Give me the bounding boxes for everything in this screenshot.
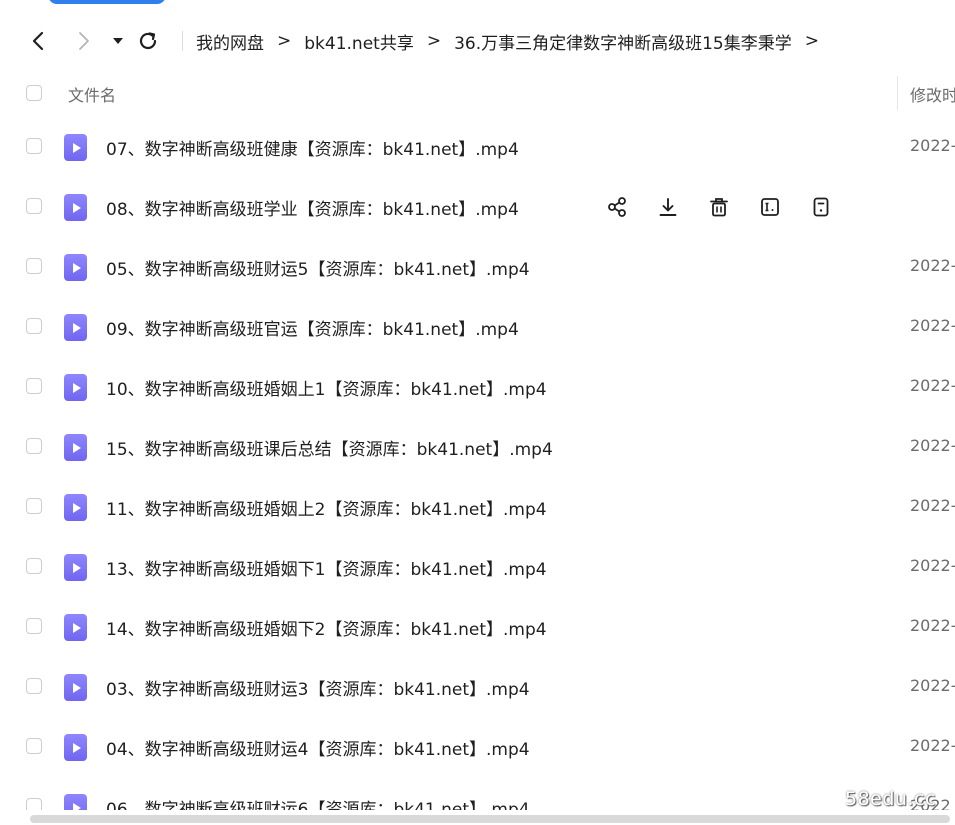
delete-icon (709, 198, 728, 217)
table-row[interactable]: 14、数字神断高级班婚姻下2【资源库：bk41.net】.mp4 2022- (0, 596, 955, 656)
file-modified-date: 2022- (910, 376, 955, 395)
row-checkbox[interactable] (26, 258, 42, 274)
row-checkbox[interactable] (26, 438, 42, 454)
back-button[interactable] (25, 28, 51, 54)
file-modified-date: 2022- (910, 676, 955, 695)
video-file-icon (64, 614, 87, 641)
file-name[interactable]: 09、数字神断高级班官运【资源库：bk41.net】.mp4 (106, 315, 519, 340)
refresh-button[interactable] (135, 28, 161, 54)
horizontal-scrollbar[interactable] (30, 815, 950, 823)
column-divider[interactable] (897, 76, 898, 110)
forward-button[interactable] (71, 28, 97, 54)
rename-button[interactable] (756, 194, 783, 220)
file-modified-date: 2022- (910, 736, 955, 755)
upload-button-partial[interactable] (48, 0, 166, 4)
file-list: 07、数字神断高级班健康【资源库：bk41.net】.mp4 2022- 08、… (0, 116, 955, 810)
breadcrumb-separator: > (426, 31, 442, 51)
file-name[interactable]: 07、数字神断高级班健康【资源库：bk41.net】.mp4 (106, 135, 519, 160)
video-file-icon (64, 314, 87, 341)
file-modified-date: 2022- (910, 496, 955, 515)
breadcrumb-item-shared[interactable]: bk41.net共享 (304, 29, 414, 54)
row-checkbox[interactable] (26, 198, 42, 214)
row-checkbox[interactable] (26, 138, 42, 154)
more-icon (813, 197, 828, 217)
video-file-icon (64, 734, 87, 761)
video-file-icon (64, 794, 87, 810)
table-header: 文件名 修改时 (0, 72, 955, 114)
video-file-icon (64, 134, 87, 161)
caret-down-icon (113, 38, 123, 44)
history-dropdown-button[interactable] (105, 28, 131, 54)
download-button[interactable] (654, 194, 681, 220)
video-file-icon (64, 374, 87, 401)
column-header-name[interactable]: 文件名 (68, 82, 116, 106)
file-name[interactable]: 13、数字神断高级班婚姻下1【资源库：bk41.net】.mp4 (106, 555, 547, 580)
video-file-icon (64, 434, 87, 461)
breadcrumb-separator: > (277, 31, 292, 51)
file-name[interactable]: 05、数字神断高级班财运5【资源库：bk41.net】.mp4 (106, 255, 530, 280)
share-icon (607, 197, 626, 217)
video-file-icon (64, 674, 87, 701)
file-modified-date: 2022- (910, 616, 955, 635)
row-checkbox[interactable] (26, 378, 42, 394)
row-checkbox[interactable] (26, 498, 42, 514)
rename-icon (760, 198, 779, 216)
breadcrumb-item-current-folder[interactable]: 36.万事三角定律数字神断高级班15集李秉学 (454, 29, 792, 54)
row-checkbox[interactable] (26, 678, 42, 694)
table-row[interactable]: 05、数字神断高级班财运5【资源库：bk41.net】.mp4 2022- (0, 236, 955, 296)
file-modified-date: 2022- (910, 556, 955, 575)
row-checkbox[interactable] (26, 618, 42, 634)
file-name[interactable]: 08、数字神断高级班学业【资源库：bk41.net】.mp4 (106, 195, 519, 220)
file-name[interactable]: 04、数字神断高级班财运4【资源库：bk41.net】.mp4 (106, 735, 530, 760)
row-checkbox[interactable] (26, 798, 42, 810)
file-name[interactable]: 10、数字神断高级班婚姻上1【资源库：bk41.net】.mp4 (106, 375, 547, 400)
breadcrumb-item-my-drive[interactable]: 我的网盘 (196, 29, 264, 54)
table-row[interactable]: 15、数字神断高级班课后总结【资源库：bk41.net】.mp4 2022- (0, 416, 955, 476)
video-file-icon (64, 194, 87, 221)
table-row[interactable]: 04、数字神断高级班财运4【资源库：bk41.net】.mp4 2022- (0, 716, 955, 776)
delete-button[interactable] (705, 194, 732, 220)
refresh-icon (139, 32, 157, 50)
file-name[interactable]: 03、数字神断高级班财运3【资源库：bk41.net】.mp4 (106, 675, 530, 700)
chevron-right-icon (79, 32, 89, 50)
chevron-left-icon (32, 31, 44, 51)
video-file-icon (64, 494, 87, 521)
table-row[interactable]: 13、数字神断高级班婚姻下1【资源库：bk41.net】.mp4 2022- (0, 536, 955, 596)
table-row[interactable]: 10、数字神断高级班婚姻上1【资源库：bk41.net】.mp4 2022- (0, 356, 955, 416)
table-row[interactable]: 11、数字神断高级班婚姻上2【资源库：bk41.net】.mp4 2022- (0, 476, 955, 536)
more-button[interactable] (807, 194, 834, 220)
file-modified-date: 2022- (910, 136, 955, 155)
breadcrumb-separator: > (804, 31, 819, 51)
breadcrumb: 我的网盘 > bk41.net共享 > 36.万事三角定律数字神断高级班15集李… (196, 22, 832, 60)
navigation-bar: 我的网盘 > bk41.net共享 > 36.万事三角定律数字神断高级班15集李… (0, 22, 955, 60)
file-modified-date: 2022- (910, 436, 955, 455)
video-file-icon (64, 254, 87, 281)
nav-divider (182, 31, 183, 51)
table-row[interactable]: 08、数字神断高级班学业【资源库：bk41.net】.mp4 (0, 176, 955, 236)
table-row[interactable]: 06、数字神断高级班财运6【资源库：bk41.net】.mp4 2022 (0, 776, 955, 810)
file-modified-date: 2022- (910, 316, 955, 335)
row-checkbox[interactable] (26, 558, 42, 574)
row-action-bar (603, 194, 834, 220)
table-row[interactable]: 07、数字神断高级班健康【资源库：bk41.net】.mp4 2022- (0, 116, 955, 176)
table-row[interactable]: 09、数字神断高级班官运【资源库：bk41.net】.mp4 2022- (0, 296, 955, 356)
share-button[interactable] (603, 194, 630, 220)
file-name[interactable]: 06、数字神断高级班财运6【资源库：bk41.net】.mp4 (106, 795, 530, 810)
row-checkbox[interactable] (26, 738, 42, 754)
select-all-checkbox[interactable] (26, 85, 42, 101)
file-name[interactable]: 14、数字神断高级班婚姻下2【资源库：bk41.net】.mp4 (106, 615, 547, 640)
table-row[interactable]: 03、数字神断高级班财运3【资源库：bk41.net】.mp4 2022- (0, 656, 955, 716)
watermark: 58edu.cc (845, 788, 936, 810)
file-name[interactable]: 15、数字神断高级班课后总结【资源库：bk41.net】.mp4 (106, 435, 553, 460)
file-modified-date: 2022- (910, 256, 955, 275)
file-name[interactable]: 11、数字神断高级班婚姻上2【资源库：bk41.net】.mp4 (106, 495, 547, 520)
column-header-modified[interactable]: 修改时 (910, 82, 955, 106)
video-file-icon (64, 554, 87, 581)
download-icon (659, 198, 676, 216)
row-checkbox[interactable] (26, 318, 42, 334)
